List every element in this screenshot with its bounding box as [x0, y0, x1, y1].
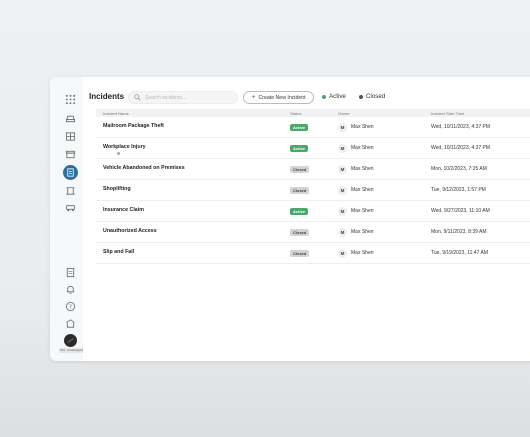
incident-start-time: Wed, 9/27/2023, 11:10 AM	[431, 208, 490, 214]
search-icon	[134, 94, 141, 101]
search-box[interactable]	[128, 91, 238, 104]
owner-name: Max Shen	[351, 229, 374, 235]
status-badge: Closed	[290, 166, 310, 173]
owner-name: Max Shen	[351, 250, 374, 256]
filter-active[interactable]: Active	[322, 93, 346, 100]
incidents-icon[interactable]	[63, 165, 78, 180]
owner-name: Max Shen	[351, 208, 374, 214]
user-avatar[interactable]	[64, 334, 77, 347]
loading-dot	[117, 152, 120, 155]
document-icon[interactable]	[63, 265, 78, 280]
owner-avatar: M	[338, 228, 347, 237]
owner-name: Max Shen	[351, 166, 374, 172]
owner-name: Max Shen	[351, 187, 374, 193]
floor-plan-icon[interactable]	[63, 129, 78, 144]
create-incident-button[interactable]: + Create New Incident	[243, 91, 314, 104]
owner-avatar: M	[338, 186, 347, 195]
incident-name: Workplace Injury	[103, 144, 146, 150]
table-row[interactable]: Workplace Injury Active M Max Shen Wed, …	[96, 138, 530, 159]
header-status[interactable]: Status	[290, 111, 301, 116]
app-window: ? Help · Knowledge base · Version info I…	[50, 77, 530, 361]
header-start-time[interactable]: Incident Start Time	[431, 111, 464, 116]
status-badge: Closed	[290, 187, 310, 194]
status-badge: Closed	[290, 250, 310, 257]
filter-closed[interactable]: Closed	[359, 93, 385, 100]
main-content: Incidents + Create New Incident Active C…	[83, 77, 530, 361]
barrier-icon[interactable]	[63, 183, 78, 198]
create-incident-label: Create New Incident	[258, 94, 306, 101]
status-dot-closed	[359, 94, 363, 99]
owner-avatar: M	[338, 123, 347, 132]
incident-start-time: Tue, 9/19/2023, 11:47 AM	[431, 250, 488, 256]
status-badge: Active	[290, 124, 309, 131]
incident-start-time: Mon, 10/2/2023, 7:25 AM	[431, 166, 487, 172]
incident-name: Slip and Fall	[103, 249, 135, 255]
table-row[interactable]: Vehicle Abandoned on Premises Closed M M…	[96, 159, 530, 180]
owner-name: Max Shen	[351, 145, 374, 151]
car-icon[interactable]	[63, 111, 78, 126]
table-header: Incident Name Status Owner Incident Star…	[96, 109, 530, 117]
status-badge: Active	[290, 145, 309, 152]
status-dot-active	[322, 94, 326, 99]
status-badge: Closed	[290, 229, 310, 236]
incident-start-time: Mon, 9/11/2023, 8:39 AM	[431, 229, 487, 235]
svg-text:?: ?	[69, 304, 72, 310]
owner-avatar: M	[338, 207, 347, 216]
incident-name: Vehicle Abandoned on Premises	[103, 165, 185, 171]
plus-icon: +	[251, 94, 256, 101]
owner-avatar: M	[338, 165, 347, 174]
filter-closed-label: Closed	[366, 93, 386, 100]
header-incident-name[interactable]: Incident Name	[103, 111, 129, 116]
bell-icon[interactable]	[63, 282, 78, 297]
header-owner[interactable]: Owner	[338, 111, 350, 116]
archive-icon[interactable]	[63, 147, 78, 162]
help-icon[interactable]: ?	[63, 299, 78, 314]
incident-name: Unauthorized Access	[103, 228, 157, 234]
incident-start-time: Wed, 10/11/2023, 4:37 PM	[431, 124, 491, 130]
incident-start-time: Wed, 10/11/2023, 4:37 PM	[431, 145, 491, 151]
building-icon[interactable]	[63, 316, 78, 331]
incident-start-time: Tue, 9/12/2023, 1:57 PM	[431, 187, 486, 193]
filter-active-label: Active	[329, 93, 346, 100]
incidents-table: Incident Name Status Owner Incident Star…	[96, 109, 530, 264]
table-row[interactable]: Shoplifting Closed M Max Shen Tue, 9/12/…	[96, 180, 530, 201]
sidebar-rail: ? Help · Knowledge base · Version info	[59, 83, 107, 355]
table-row[interactable]: Mailroom Package Theft Active M Max Shen…	[96, 117, 530, 138]
vehicle-icon[interactable]	[63, 200, 78, 215]
page-header: Incidents + Create New Incident Active C…	[83, 90, 530, 106]
incident-name: Shoplifting	[103, 186, 131, 192]
owner-avatar: M	[338, 249, 347, 258]
page-title: Incidents	[89, 92, 125, 101]
table-row[interactable]: Slip and Fall Closed M Max Shen Tue, 9/1…	[96, 243, 530, 264]
status-badge: Active	[290, 208, 309, 215]
owner-name: Max Shen	[351, 124, 374, 130]
apps-grid-icon[interactable]	[63, 92, 78, 107]
search-input[interactable]	[145, 94, 235, 101]
table-row[interactable]: Insurance Claim Active M Max Shen Wed, 9…	[96, 201, 530, 222]
table-row[interactable]: Unauthorized Access Closed M Max Shen Mo…	[96, 222, 530, 243]
incident-name: Insurance Claim	[103, 207, 144, 213]
incident-name: Mailroom Package Theft	[103, 123, 164, 129]
owner-avatar: M	[338, 144, 347, 153]
